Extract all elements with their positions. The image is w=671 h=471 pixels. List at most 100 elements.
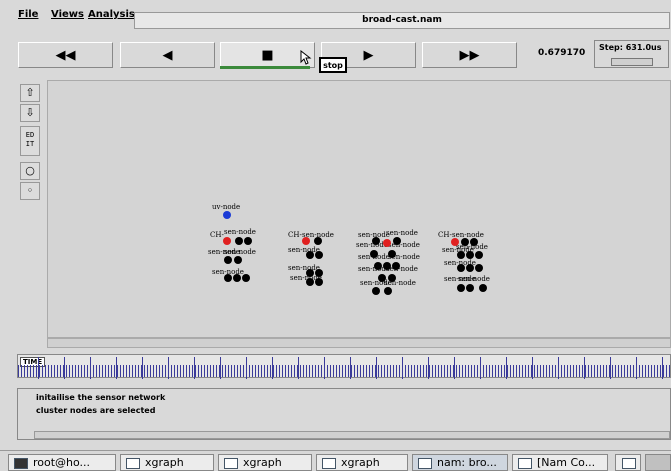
taskbar-item-label: xgraph bbox=[341, 456, 380, 469]
menu-analysis[interactable]: Analysis bbox=[88, 9, 135, 20]
cluster-head-node[interactable] bbox=[383, 239, 391, 247]
taskbar-item-xgraph[interactable]: xgraph bbox=[218, 454, 312, 471]
step-back-button[interactable]: ◀ bbox=[120, 42, 215, 68]
timeline-major-tick bbox=[272, 357, 273, 379]
sensor-node[interactable] bbox=[234, 256, 242, 264]
sensor-node[interactable] bbox=[372, 287, 380, 295]
sensor-node[interactable] bbox=[475, 251, 483, 259]
sensor-node[interactable] bbox=[466, 264, 474, 272]
timeline-major-tick bbox=[168, 357, 169, 379]
canvas-scrollbar[interactable] bbox=[47, 338, 671, 348]
sensor-node[interactable] bbox=[392, 262, 400, 270]
uv-node[interactable] bbox=[223, 211, 231, 219]
timeline-ticks bbox=[18, 357, 671, 379]
sensor-node[interactable] bbox=[242, 274, 250, 282]
sensor-node[interactable] bbox=[461, 238, 469, 246]
rewind-button[interactable]: ◀◀ bbox=[18, 42, 113, 68]
sensor-node[interactable] bbox=[378, 274, 386, 282]
timeline-major-tick bbox=[428, 357, 429, 379]
sensor-node[interactable] bbox=[306, 269, 314, 277]
sensor-node[interactable] bbox=[466, 284, 474, 292]
ch-label: CH- bbox=[210, 231, 224, 239]
cluster-head-node[interactable] bbox=[451, 238, 459, 246]
sensor-node[interactable] bbox=[466, 251, 474, 259]
cluster-head-node[interactable] bbox=[223, 237, 231, 245]
log-line: cluster nodes are selected bbox=[36, 406, 156, 415]
timeline-major-tick bbox=[402, 357, 403, 379]
sensor-node[interactable] bbox=[244, 237, 252, 245]
small-circle-tool-icon[interactable]: ◦ bbox=[20, 182, 40, 200]
circle-tool-icon[interactable]: ○ bbox=[20, 162, 40, 180]
sensor-node[interactable] bbox=[475, 264, 483, 272]
sensor-node[interactable] bbox=[315, 278, 323, 286]
timeline-major-tick bbox=[506, 357, 507, 379]
zoom-in-icon[interactable]: ⇧ bbox=[20, 84, 40, 102]
current-time: 0.679170 bbox=[538, 48, 586, 58]
sensor-node[interactable] bbox=[224, 256, 232, 264]
sensor-node[interactable] bbox=[314, 237, 322, 245]
sensor-node[interactable] bbox=[457, 264, 465, 272]
sensor-node[interactable] bbox=[393, 237, 401, 245]
timeline-major-tick bbox=[376, 357, 377, 379]
sensor-node[interactable] bbox=[315, 269, 323, 277]
window-icon bbox=[322, 458, 336, 469]
sensor-node[interactable] bbox=[457, 284, 465, 292]
timeline-major-tick bbox=[116, 357, 117, 379]
menu-views[interactable]: Views bbox=[51, 9, 84, 20]
timeline-major-tick bbox=[584, 357, 585, 379]
sensor-node[interactable] bbox=[235, 237, 243, 245]
timeline-major-tick bbox=[454, 357, 455, 379]
taskbar-item-xgraph[interactable]: xgraph bbox=[120, 454, 214, 471]
workspace-switcher[interactable] bbox=[645, 454, 671, 471]
taskbar-item-label: [Nam Co... bbox=[537, 456, 596, 469]
taskbar-item-nam-console[interactable]: [Nam Co... bbox=[512, 454, 608, 471]
timeline-major-tick bbox=[220, 357, 221, 379]
step-slider[interactable] bbox=[611, 58, 653, 66]
taskbar-item-label: xgraph bbox=[243, 456, 282, 469]
timeline-major-tick bbox=[610, 357, 611, 379]
terminal-icon bbox=[14, 458, 28, 469]
timeline-major-tick bbox=[64, 357, 65, 379]
taskbar-item-xgraph[interactable]: xgraph bbox=[316, 454, 408, 471]
taskbar-item-terminal[interactable]: root@ho... bbox=[8, 454, 116, 471]
taskbar-item-nam[interactable]: nam: bro... bbox=[412, 454, 508, 471]
sensor-node[interactable] bbox=[388, 250, 396, 258]
zoom-out-icon[interactable]: ⇩ bbox=[20, 104, 40, 122]
timeline[interactable]: TIME bbox=[17, 354, 671, 379]
fast-forward-button[interactable]: ▶▶ bbox=[422, 42, 517, 68]
ch-label: CH- bbox=[288, 231, 302, 239]
log-line: initailise the sensor network bbox=[36, 393, 166, 402]
sensor-node[interactable] bbox=[374, 262, 382, 270]
window-icon bbox=[418, 458, 432, 469]
taskbar-item-label: xgraph bbox=[145, 456, 184, 469]
sensor-node[interactable] bbox=[372, 237, 380, 245]
taskbar: root@ho... xgraph xgraph xgraph nam: bro… bbox=[0, 450, 671, 471]
timeline-major-tick bbox=[194, 357, 195, 379]
show-desktop-button[interactable] bbox=[615, 454, 641, 471]
edit-button[interactable]: ED IT bbox=[20, 126, 40, 156]
log-scrollbar[interactable] bbox=[34, 431, 670, 439]
sensor-node[interactable] bbox=[306, 251, 314, 259]
step-control[interactable]: Step: 631.0us bbox=[594, 40, 669, 68]
sensor-node[interactable] bbox=[388, 274, 396, 282]
sensor-node[interactable] bbox=[457, 251, 465, 259]
sensor-node[interactable] bbox=[233, 274, 241, 282]
sen-node-label: sen-node bbox=[224, 248, 256, 256]
sensor-node[interactable] bbox=[384, 287, 392, 295]
menu-file[interactable]: File bbox=[18, 9, 38, 20]
sensor-node[interactable] bbox=[224, 274, 232, 282]
sensor-node[interactable] bbox=[383, 262, 391, 270]
uv-node-label: uv-node bbox=[212, 203, 241, 211]
network-canvas[interactable]: uv-node CH- sen-node sen-node sen-node s… bbox=[47, 80, 671, 338]
timeline-major-tick bbox=[532, 357, 533, 379]
sensor-node[interactable] bbox=[370, 250, 378, 258]
sensor-node[interactable] bbox=[479, 284, 487, 292]
timeline-major-tick bbox=[350, 357, 351, 379]
sensor-node[interactable] bbox=[306, 278, 314, 286]
stop-tooltip: stop bbox=[319, 57, 347, 73]
timeline-major-tick bbox=[324, 357, 325, 379]
cluster-head-node[interactable] bbox=[302, 237, 310, 245]
timeline-major-tick bbox=[246, 357, 247, 379]
sensor-node[interactable] bbox=[315, 251, 323, 259]
sensor-node[interactable] bbox=[470, 238, 478, 246]
